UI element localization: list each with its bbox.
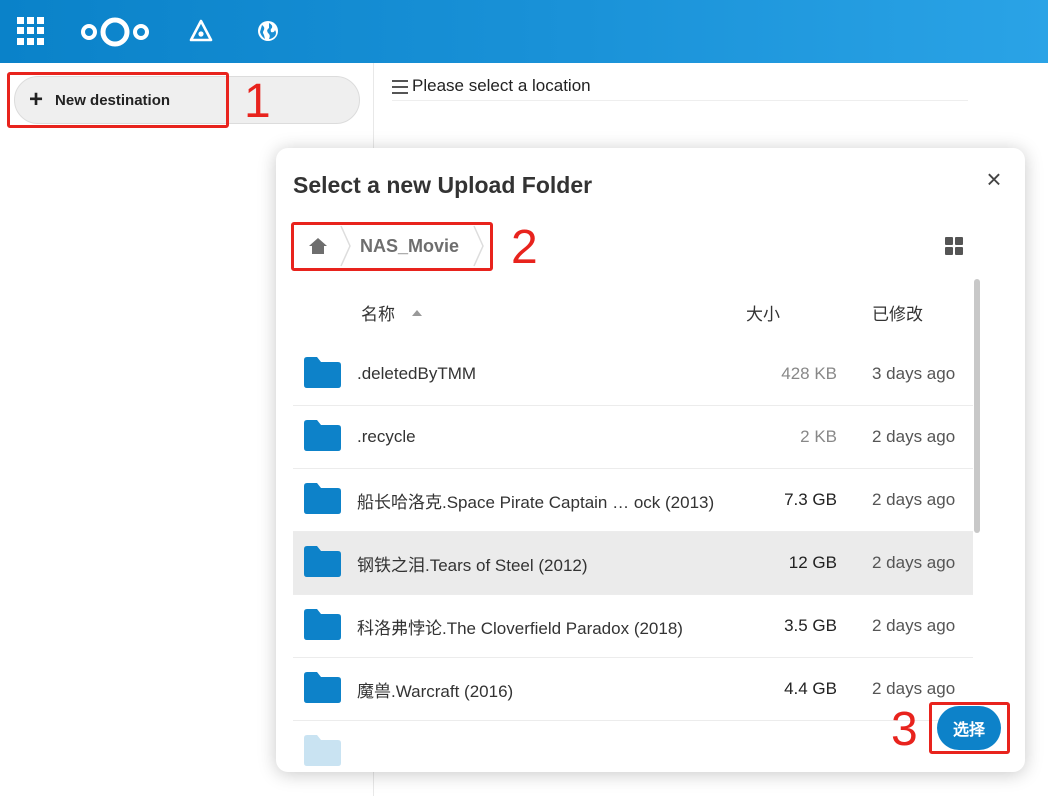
file-modified: 2 days ago	[872, 427, 956, 446]
globe-icon[interactable]	[256, 19, 280, 43]
annotation-box-2	[291, 222, 493, 271]
file-modified: 2 days ago	[872, 679, 956, 698]
folder-icon	[304, 546, 341, 577]
folder-icon	[304, 609, 341, 640]
file-list: .deletedByTMM 428 KB 3 days ago .recycle…	[293, 343, 973, 772]
file-size: 2 KB	[800, 427, 837, 446]
top-header	[0, 0, 1048, 63]
file-modified: 2 days ago	[872, 616, 956, 635]
apps-grid-icon[interactable]	[17, 17, 45, 45]
folder-icon	[304, 672, 341, 703]
file-row[interactable]: .recycle 2 KB 2 days ago	[293, 406, 973, 469]
annotation-box-1	[7, 72, 229, 128]
column-header-name[interactable]: 名称	[361, 300, 395, 325]
location-prompt: Please select a location	[412, 76, 591, 95]
annotation-number-3: 3	[891, 703, 918, 756]
file-size: 12 GB	[788, 553, 837, 572]
file-modified: 3 days ago	[872, 364, 956, 383]
sort-ascending-icon[interactable]	[412, 310, 422, 316]
folder-icon	[304, 735, 341, 766]
file-modified: 2 days ago	[872, 553, 956, 572]
divider	[392, 100, 968, 101]
folder-icon	[304, 357, 341, 388]
annotation-number-2: 2	[511, 221, 538, 274]
file-row-selected[interactable]: 钢铁之泪.Tears of Steel (2012) 12 GB 2 days …	[293, 532, 973, 595]
file-size: 7.3 GB	[784, 490, 837, 509]
annotation-number-1: 1	[244, 75, 271, 128]
column-header-modified[interactable]: 已修改	[872, 300, 923, 325]
file-name: .deletedByTMM	[357, 364, 477, 383]
file-row[interactable]	[293, 721, 973, 772]
annotation-box-3	[929, 702, 1010, 754]
column-header-size[interactable]: 大小	[746, 300, 780, 325]
dialog-title: Select a new Upload Folder	[293, 172, 593, 198]
close-icon[interactable]: ×	[983, 166, 1005, 192]
file-name: 魔兽.Warcraft (2016)	[357, 681, 514, 701]
folder-icon	[304, 420, 341, 451]
file-modified: 2 days ago	[872, 490, 956, 509]
nextcloud-logo-icon[interactable]	[75, 14, 155, 50]
menu-icon[interactable]	[392, 80, 408, 94]
folder-icon	[304, 483, 341, 514]
file-row[interactable]: .deletedByTMM 428 KB 3 days ago	[293, 343, 973, 406]
scrollbar[interactable]	[974, 279, 980, 533]
file-row[interactable]: 科洛弗悖论.The Cloverfield Paradox (2018) 3.5…	[293, 595, 973, 658]
file-name: .recycle	[357, 427, 416, 446]
file-size: 3.5 GB	[784, 616, 837, 635]
file-row[interactable]: 魔兽.Warcraft (2016) 4.4 GB 2 days ago	[293, 658, 973, 721]
file-name: 钢铁之泪.Tears of Steel (2012)	[357, 555, 588, 575]
file-size: 428 KB	[781, 364, 837, 383]
grid-view-icon[interactable]	[945, 237, 963, 255]
file-size: 4.4 GB	[784, 679, 837, 698]
file-name: 船长哈洛克.Space Pirate Captain … ock (2013)	[357, 492, 715, 512]
activity-icon[interactable]	[189, 19, 213, 43]
file-row[interactable]: 船长哈洛克.Space Pirate Captain … ock (2013) …	[293, 469, 973, 532]
file-name: 科洛弗悖论.The Cloverfield Paradox (2018)	[357, 618, 683, 638]
